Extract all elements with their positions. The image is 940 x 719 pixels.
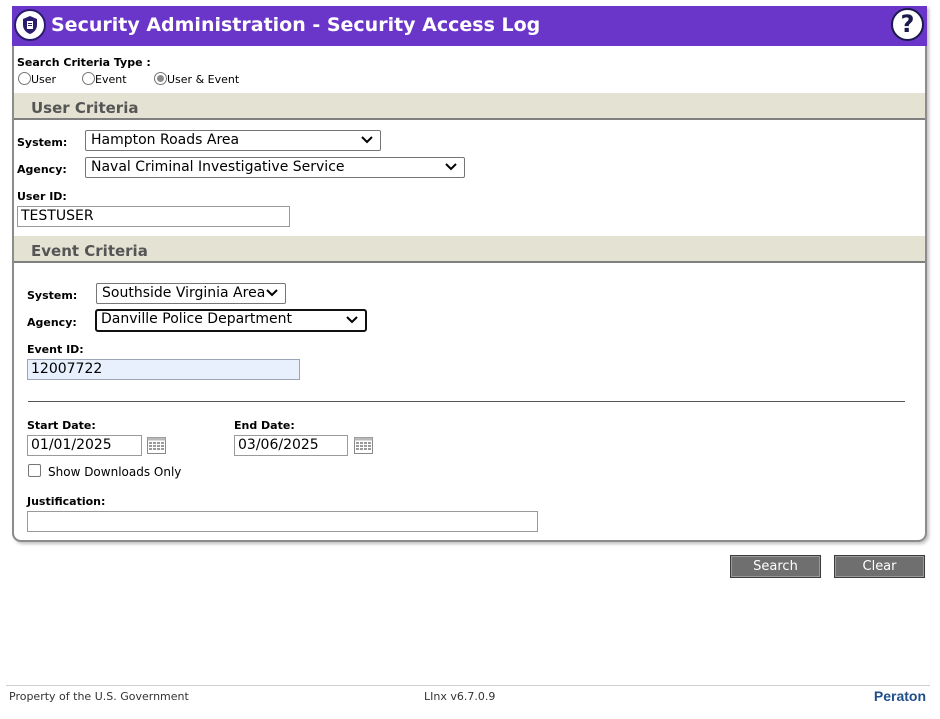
end-date-label: End Date:	[234, 419, 295, 432]
security-access-log-panel: Security Administration - Security Acces…	[12, 6, 927, 542]
title-bar: Security Administration - Security Acces…	[12, 6, 927, 46]
help-question-icon[interactable]: ?	[891, 8, 924, 41]
shield-document-icon	[14, 9, 46, 41]
footer-version: LInx v6.7.0.9	[424, 690, 496, 703]
calendar-icon[interactable]	[147, 437, 166, 454]
event-criteria-header: Event Criteria	[14, 236, 925, 263]
user-agency-select[interactable]: Naval Criminal Investigative Service	[85, 157, 465, 178]
user-system-label: System:	[17, 136, 68, 149]
radio-user-and-event-circle[interactable]	[154, 72, 167, 85]
user-id-input[interactable]: TESTUSER	[17, 206, 290, 227]
event-criteria-heading: Event Criteria	[31, 242, 148, 260]
radio-user-and-event[interactable]: User & Event	[154, 72, 239, 86]
justification-input[interactable]	[27, 511, 538, 532]
chevron-down-icon	[266, 289, 278, 297]
event-id-label: Event ID:	[27, 343, 84, 356]
chevron-down-icon	[445, 163, 457, 171]
user-agency-label: Agency:	[17, 163, 67, 176]
page-title: Security Administration - Security Acces…	[51, 14, 541, 36]
event-agency-select[interactable]: Danville Police Department	[95, 309, 367, 332]
show-downloads-label: Show Downloads Only	[48, 465, 182, 479]
event-id-input[interactable]: 12007722	[27, 359, 300, 380]
section-divider	[28, 401, 905, 402]
user-system-select[interactable]: Hampton Roads Area	[85, 130, 381, 151]
chevron-down-icon	[346, 316, 358, 324]
footer-divider	[6, 685, 930, 686]
footer-ownership: Property of the U.S. Government	[9, 690, 189, 703]
radio-user[interactable]: User	[18, 72, 56, 86]
search-criteria-type-label: Search Criteria Type :	[17, 56, 151, 69]
search-button[interactable]: Search	[730, 555, 821, 578]
end-date-input[interactable]: 03/06/2025	[234, 435, 348, 456]
clear-button[interactable]: Clear	[834, 555, 925, 578]
event-agency-label: Agency:	[27, 316, 77, 329]
show-downloads-checkbox[interactable]	[28, 464, 41, 477]
event-system-label: System:	[27, 289, 78, 302]
chevron-down-icon	[361, 136, 373, 144]
user-criteria-header: User Criteria	[14, 93, 925, 120]
start-date-label: Start Date:	[27, 419, 96, 432]
radio-user-circle[interactable]	[18, 72, 31, 85]
user-criteria-heading: User Criteria	[31, 99, 139, 117]
radio-event[interactable]: Event	[82, 72, 127, 86]
user-id-label: User ID:	[17, 190, 67, 203]
radio-event-circle[interactable]	[82, 72, 95, 85]
calendar-icon[interactable]	[354, 437, 373, 454]
start-date-input[interactable]: 01/01/2025	[27, 435, 142, 456]
event-system-select[interactable]: Southside Virginia Area	[96, 283, 286, 304]
justification-label: Justification:	[27, 495, 106, 508]
peraton-logo: Peraton	[873, 688, 926, 704]
